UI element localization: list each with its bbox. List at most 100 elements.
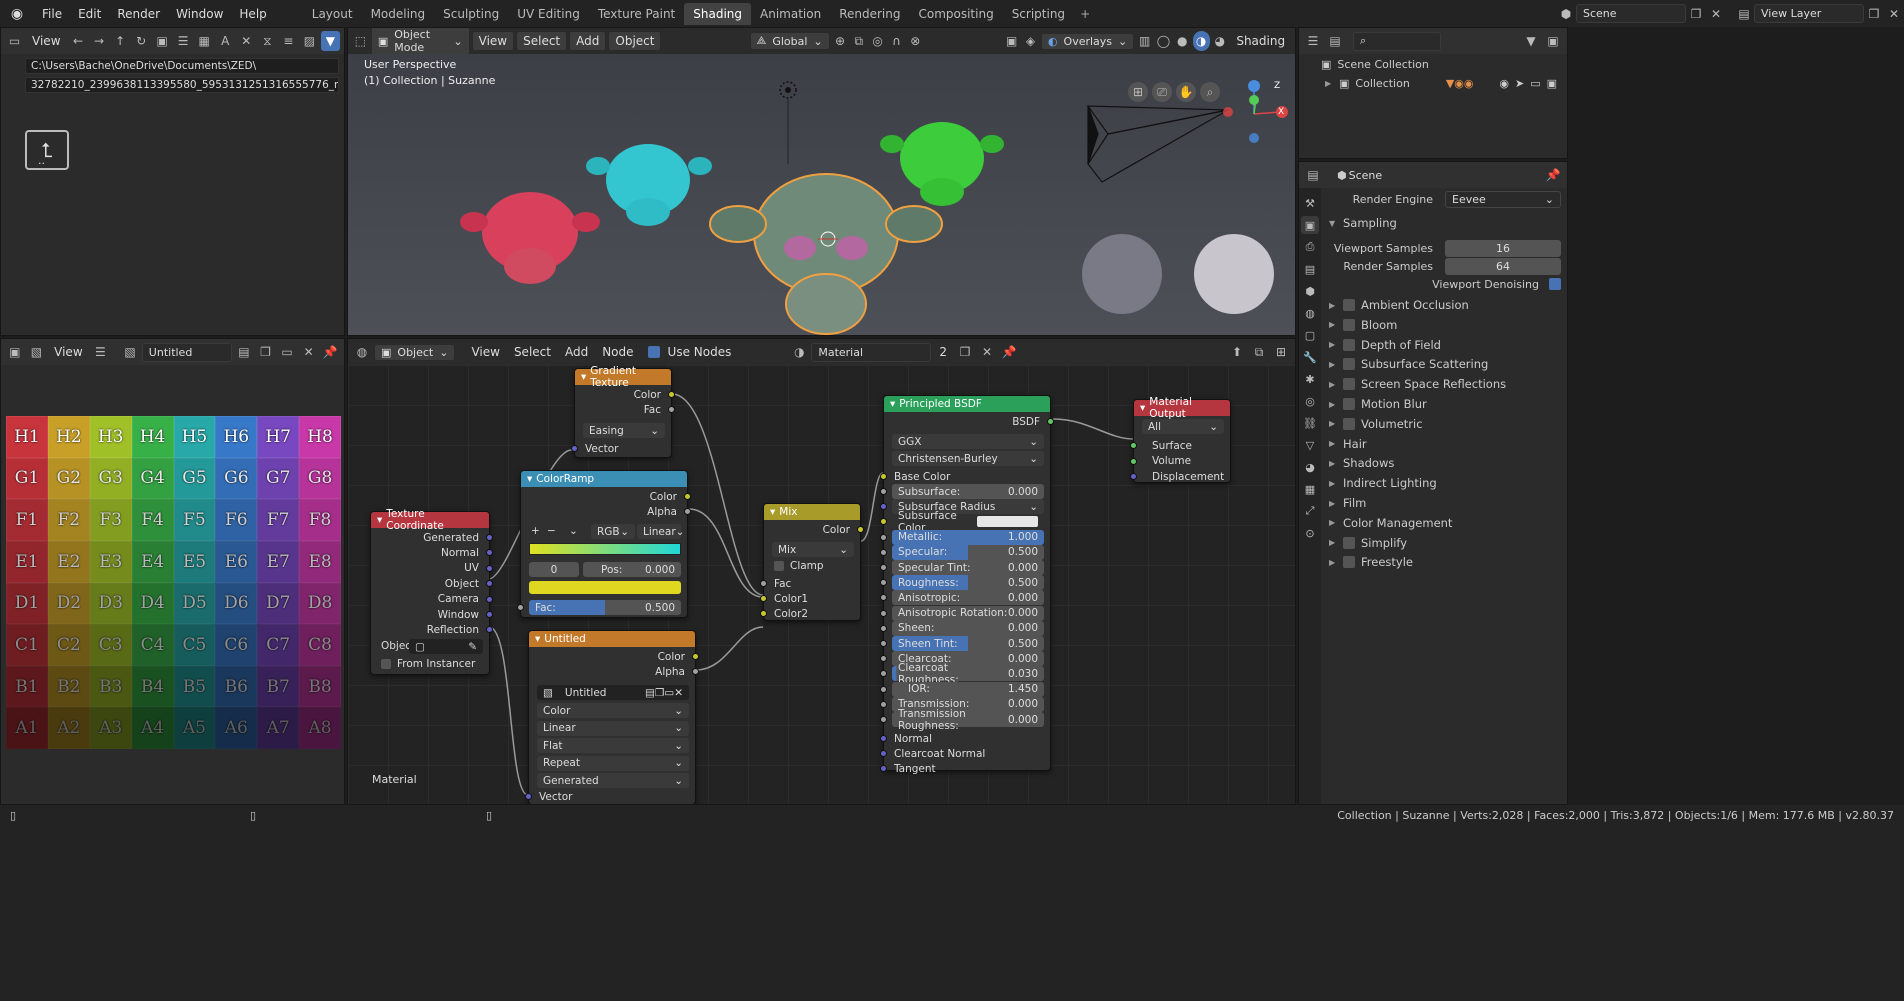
bsdf-input-socket[interactable] (880, 716, 887, 723)
editor-type-icon[interactable]: ⬚ (352, 31, 369, 51)
bsdf-output-socket[interactable] (1047, 418, 1054, 425)
data-tab-icon[interactable]: ▽ (1301, 436, 1319, 454)
render-tab-icon[interactable]: ▣ (1301, 216, 1319, 234)
modifier-tab-icon[interactable]: 🔧 (1301, 348, 1319, 366)
user-count[interactable]: 2 (933, 343, 953, 361)
node-menu-select[interactable]: Select (508, 343, 557, 361)
subsurface-method-dropdown[interactable]: Christensen-Burley ⌄ (892, 451, 1044, 466)
tab-rendering[interactable]: Rendering (830, 3, 909, 25)
principled-bsdf-node[interactable]: ▾ Principled BSDF BSDF GGX ⌄ Christensen-B… (880, 395, 1054, 775)
colorramp-color-socket[interactable] (684, 493, 691, 500)
bsdf-input-socket[interactable] (880, 564, 887, 571)
new-folder-icon[interactable]: ▣ (153, 31, 172, 51)
image-selector[interactable]: ▧ Untitled ▤❐▭✕ (537, 685, 689, 700)
viewport-menu-add[interactable]: Add (569, 31, 607, 51)
panel-screen-space-reflections[interactable]: ▶ Screen Space Reflections (1329, 375, 1506, 393)
colorramp-node[interactable]: ▾ ColorRamp Color Alpha + − ⌄ RGB ⌄ Linear… (517, 470, 691, 618)
open-folder-icon[interactable]: ▭ (277, 342, 297, 362)
camera-view-icon[interactable]: ⎚ (1152, 82, 1172, 102)
panel-simplify[interactable]: ▶ Simplify (1329, 534, 1407, 552)
editor-type-icon[interactable]: ▭ (5, 31, 24, 51)
sampling-panel[interactable]: ▼ Sampling (1329, 214, 1397, 232)
color-mode-dropdown[interactable]: RGB ⌄ (591, 524, 635, 539)
output-displacement-socket[interactable] (1130, 473, 1137, 480)
orientation-dropdown[interactable]: ⟁ Global ⌄ (749, 32, 830, 50)
stop-position-field[interactable]: Pos: 0.000 (583, 562, 681, 577)
image-alpha-socket[interactable] (692, 668, 699, 675)
texture-coordinate-header[interactable]: ▾ Texture Coordinate (371, 508, 489, 532)
scene-field[interactable]: Scene (1576, 4, 1686, 23)
use-nodes-checkbox[interactable] (647, 346, 660, 358)
editor-type-icon[interactable]: ▣ (5, 342, 25, 362)
bsdf-input-socket[interactable] (880, 624, 887, 632)
back-icon[interactable]: ← (69, 31, 88, 51)
bsdf-input-socket[interactable] (880, 533, 887, 541)
panel-ambient-occlusion[interactable]: ▶ Ambient Occlusion (1329, 296, 1469, 314)
bsdf-specular-tint-field[interactable]: Specular Tint: 0.000 (892, 560, 1044, 575)
texcoord-camera-socket[interactable] (486, 595, 493, 603)
viewport-menu-select[interactable]: Select (516, 31, 568, 51)
tab-layout[interactable]: Layout (303, 3, 362, 25)
texture-coordinate-node[interactable]: ▾ Texture Coordinate Generated Normal UV Obj… (370, 508, 493, 675)
image-option-dropdown[interactable]: Color ⌄ (537, 703, 689, 718)
gradient-fac-socket[interactable] (668, 406, 675, 413)
camera-object[interactable] (1086, 105, 1229, 183)
hidden-files-icon[interactable]: ▨ (300, 31, 319, 51)
close-icon[interactable]: ✕ (299, 342, 319, 362)
falloff-icon[interactable]: ∩ (888, 31, 905, 51)
node-menu-view[interactable]: View (465, 343, 505, 361)
menu-window[interactable]: Window (168, 7, 231, 21)
suzanne-cyan[interactable] (586, 144, 712, 226)
sort-ext-icon[interactable]: ✕ (237, 31, 256, 51)
subsurface-scattering-checkbox[interactable] (1343, 358, 1355, 371)
gradient-color-socket[interactable] (668, 391, 675, 398)
node-menu-add[interactable]: Add (559, 343, 594, 361)
collection-row[interactable]: ▶ ▣ Collection ▼◉◉ ◉ ➤ ▭ ▣ (1299, 71, 1567, 91)
viewport-samples-field[interactable]: 16 (1445, 239, 1561, 257)
delete-scene-icon[interactable]: ✕ (1706, 4, 1726, 24)
tab-scripting[interactable]: Scripting (1003, 3, 1074, 25)
xray-icon[interactable]: ▥ (1136, 31, 1153, 51)
gradient-texture-header[interactable]: ▾ Gradient Texture (575, 365, 671, 389)
depth-of-field-checkbox[interactable] (1343, 338, 1355, 351)
outliner-search[interactable]: ⌕ (1353, 31, 1441, 51)
display-mode-icon[interactable]: ▤ (1325, 31, 1345, 51)
bsdf-input-socket[interactable] (880, 700, 887, 708)
editor-type-icon[interactable]: ◍ (352, 342, 372, 362)
tab-shading[interactable]: Shading (684, 2, 751, 25)
object-picker[interactable]: ▢ ✎ (409, 639, 483, 654)
view-menu[interactable]: View (26, 32, 66, 50)
mix-color1-socket[interactable] (760, 595, 767, 602)
bsdf-sheen-tint-field[interactable]: Sheen Tint: 0.500 (892, 636, 1044, 651)
thumbnail-view-icon[interactable]: ▦ (195, 31, 214, 51)
duplicate-icon[interactable]: ❐ (955, 342, 975, 362)
suzanne-selected[interactable] (709, 173, 943, 335)
image-texture-header[interactable]: ▾ Untitled (529, 631, 695, 647)
bloom-checkbox[interactable] (1343, 318, 1355, 331)
tab-uv-editing[interactable]: UV Editing (508, 3, 589, 25)
bone-tab-icon[interactable]: ⤢ (1301, 502, 1319, 520)
image-actions-icon[interactable]: ▤❐▭✕ (645, 687, 683, 699)
colorramp-alpha-socket[interactable] (684, 508, 691, 515)
image-icon[interactable]: ▤ (234, 342, 254, 362)
tab-sculpting[interactable]: Sculpting (434, 3, 508, 25)
sort-alpha-icon[interactable]: A (216, 31, 235, 51)
panel-depth-of-field[interactable]: ▶ Depth of Field (1329, 336, 1441, 354)
view-menu[interactable]: View (48, 343, 88, 361)
viewport-disable-icon[interactable]: ▭ (1530, 77, 1540, 90)
pin-icon[interactable]: 📌 (1543, 165, 1563, 185)
material-output-node[interactable]: ▾ Material Output All ⌄ Surface Volume Displ… (1130, 396, 1231, 483)
scene-collection-row[interactable]: ▣ Scene Collection (1299, 54, 1567, 71)
material-shading-icon[interactable]: ◑ (1192, 31, 1210, 51)
viewport-denoising-checkbox[interactable] (1549, 278, 1561, 290)
from-instancer-checkbox[interactable] (381, 659, 391, 669)
directory-path-field[interactable]: C:\Users\Bache\OneDrive\Documents\ZED\ (25, 58, 339, 74)
render-engine-dropdown[interactable]: Eevee ⌄ (1445, 190, 1561, 208)
bsdf-metallic-field[interactable]: Metallic: 1.000 (892, 529, 1044, 545)
physics-tab-icon[interactable]: ◎ (1301, 392, 1319, 410)
panel-indirect-lighting[interactable]: ▶ Indirect Lighting (1329, 474, 1437, 492)
rendered-shading-icon[interactable]: ◕ (1212, 31, 1229, 51)
hdri-sphere[interactable] (1082, 234, 1162, 314)
image-color-socket[interactable] (692, 653, 699, 660)
stop-index-field[interactable]: 0 (529, 562, 579, 577)
